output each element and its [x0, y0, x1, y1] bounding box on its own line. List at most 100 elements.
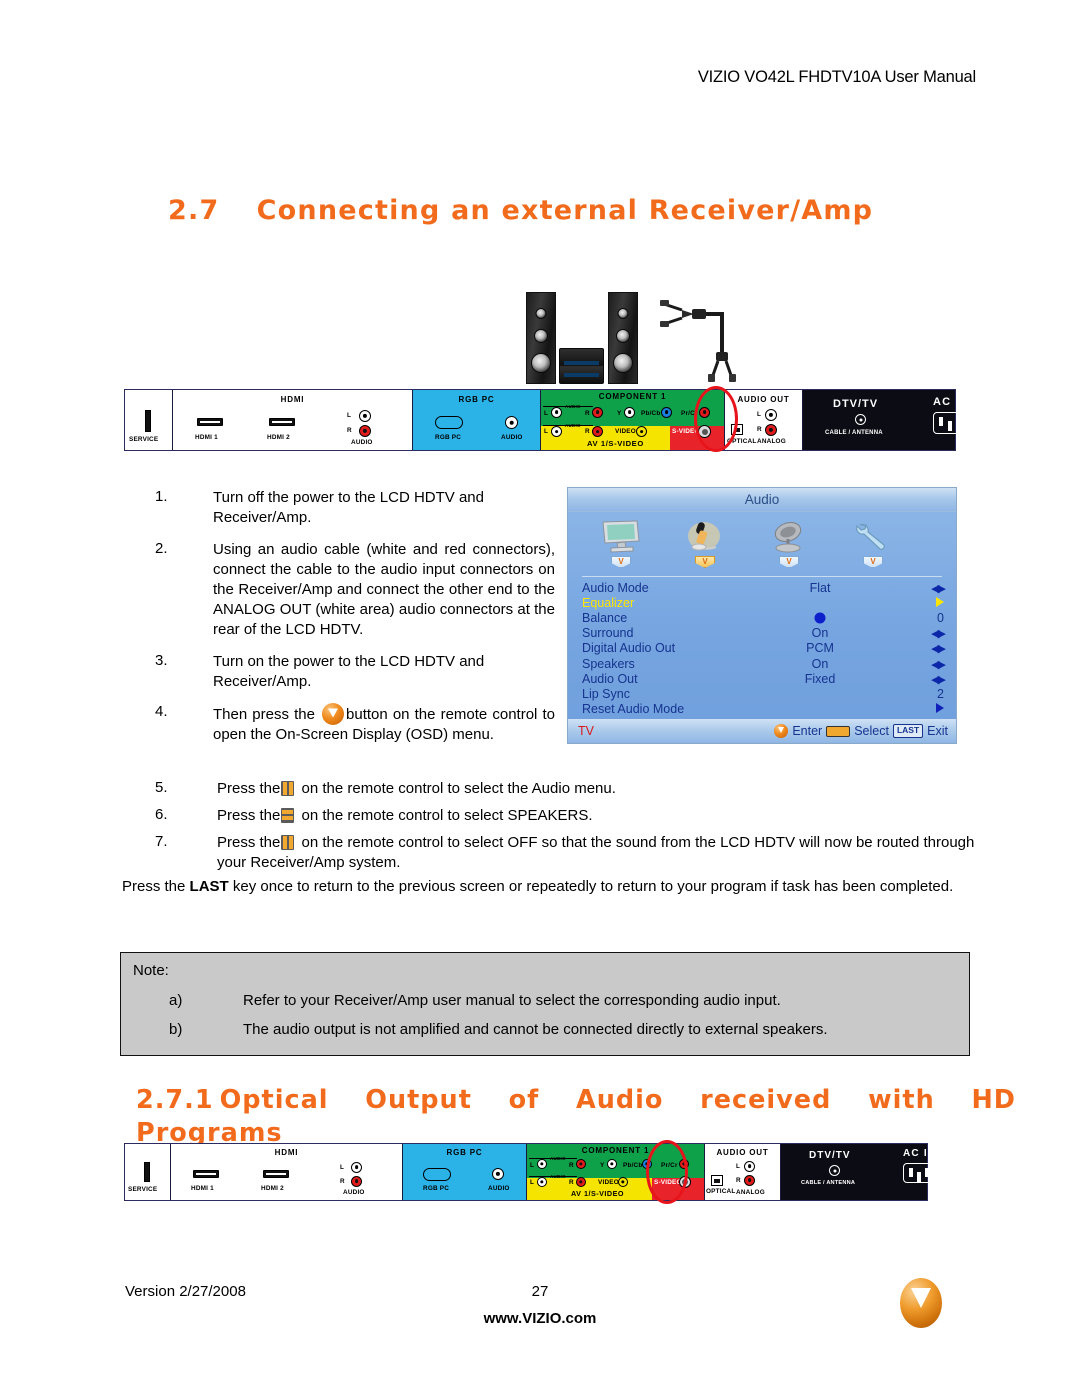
osd-row-lip-sync[interactable]: Lip Sync 2: [582, 686, 944, 701]
step-6-pre: Press the: [217, 807, 281, 824]
osd-row-surround[interactable]: Surround On ◀▶: [582, 626, 946, 641]
step-4-pre: Then press the: [213, 706, 321, 724]
step-text: Press the on the remote control to selec…: [217, 779, 980, 799]
osd-row-label: Lip Sync: [582, 686, 630, 701]
last-key-name: LAST: [189, 878, 229, 895]
osd-row-label: Surround: [582, 626, 634, 641]
step-3: 3. Turn on the power to the LCD HDTV and…: [155, 652, 555, 692]
osd-row-value: On: [811, 626, 829, 641]
osd-icon-row: V V V V: [568, 512, 956, 574]
osd-row-value: Fixed: [804, 671, 836, 686]
panel2-segment-component-av: COMPONENT 1 L AUDIO R Y Pb/Cb Pr/Cr: [527, 1144, 705, 1200]
s271-word: of: [508, 1085, 540, 1115]
step-text: Press the on the remote control to selec…: [217, 806, 980, 826]
panel2-segment-hdmi: HDMI HDMI 1 HDMI 2 L R AUDIO: [171, 1144, 403, 1200]
osd-select-label: Select: [854, 724, 889, 738]
osd-icon-audio[interactable]: V: [674, 516, 736, 568]
s271-word: HD: [971, 1085, 1016, 1115]
step-text: Then press the button on the remote cont…: [213, 703, 555, 745]
up-down-arrow-key-icon[interactable]: [281, 808, 295, 823]
left-right-arrow-icon[interactable]: ◀▶: [931, 642, 946, 655]
osd-icon-tag: V: [695, 556, 715, 568]
last-para-pre: Press the: [122, 878, 190, 895]
osd-row-digital-audio-out[interactable]: Digital Audio Out PCM ◀▶: [582, 641, 946, 656]
tower-speaker-left-icon: [526, 292, 556, 384]
osd-row-audio-mode[interactable]: Audio Mode Flat ◀▶: [582, 580, 946, 595]
s271-word: Audio: [576, 1085, 664, 1115]
left-right-arrow-icon[interactable]: ◀▶: [931, 673, 946, 686]
osd-row-label: Audio Mode: [582, 580, 649, 595]
vizio-v-button-icon: [774, 724, 789, 738]
osd-row-value: On: [811, 656, 829, 671]
osd-row-speakers[interactable]: Speakers On ◀▶: [582, 656, 946, 671]
osd-title: Audio: [568, 488, 956, 512]
osd-row-label: Audio Out: [582, 671, 638, 686]
step-5-post: on the remote control to select the Audi…: [297, 780, 616, 797]
left-right-arrow-icon[interactable]: ◀▶: [931, 627, 946, 640]
note-item-a: a) Refer to your Receiver/Amp user manua…: [133, 992, 781, 1009]
left-right-arrow-icon[interactable]: ◀▶: [931, 658, 946, 671]
osd-row-label: Speakers: [582, 656, 635, 671]
vizio-logo-icon: [900, 1278, 942, 1328]
instruction-steps-1-4: 1. Turn off the power to the LCD HDTV an…: [155, 488, 555, 757]
s271-word: with: [868, 1085, 935, 1115]
step-7-post: on the remote control to select OFF so t…: [217, 834, 975, 871]
document-header: VIZIO VO42L FHDTV10A User Manual: [697, 68, 976, 86]
osd-row-audio-out[interactable]: Audio Out Fixed ◀▶: [582, 671, 946, 686]
osd-row-label: Balance: [582, 610, 628, 625]
osd-audio-menu: Audio V V V V Audio Mode Flat ◀▶ Equaliz…: [567, 487, 957, 744]
panel2-segment-dtv-acin: DTV/TV CABLE / ANTENNA AC IN: [781, 1144, 935, 1200]
panel-segment-dtv-acin: DTV/TV CABLE / ANTENNA AC IN: [803, 390, 968, 450]
osd-icon-tuner[interactable]: V: [758, 516, 820, 568]
note-item-b: b) The audio output is not amplified and…: [133, 1021, 828, 1038]
vizio-v-button-icon[interactable]: [322, 703, 345, 726]
panel2-segment-rgb-pc: RGB PC RGB PC AUDIO: [403, 1144, 527, 1200]
osd-row-label: Digital Audio Out: [582, 641, 676, 656]
panel-segment-audio-out: AUDIO OUT OPTICAL L R ANALOG: [725, 390, 803, 450]
last-para-post: key once to return to the previous scree…: [228, 878, 954, 895]
last-key-icon: LAST: [892, 724, 924, 738]
osd-row-balance[interactable]: Balance 0: [582, 610, 944, 625]
note-text: The audio output is not amplified and ca…: [243, 1021, 828, 1038]
osd-source-label: TV: [578, 724, 594, 738]
last-key-paragraph: Press the LAST key once to return to the…: [122, 876, 970, 897]
step-number: 6.: [155, 806, 168, 823]
step-number: 4.: [155, 703, 168, 721]
left-right-arrow-key-icon[interactable]: [281, 835, 295, 850]
note-title: Note:: [133, 962, 169, 979]
left-right-arrow-icon[interactable]: ◀▶: [931, 582, 946, 595]
panel-segment-service: SERVICE: [125, 390, 173, 450]
s271-word: received: [700, 1085, 832, 1115]
section-2-7-1-number: 2.7.1: [136, 1085, 214, 1115]
osd-row-value: PCM: [806, 641, 834, 656]
panel2-segment-service: SERVICE: [125, 1144, 171, 1200]
osd-icon-picture[interactable]: V: [590, 516, 652, 568]
note-text: Refer to your Receiver/Amp user manual t…: [243, 992, 781, 1009]
receiver-amp-illustration: [512, 272, 744, 390]
panel2-segment-audio-out: AUDIO OUT OPTICAL L R ANALOG: [705, 1144, 781, 1200]
chevron-right-icon[interactable]: [936, 596, 944, 607]
rear-connector-panel-1: SERVICE HDMI HDMI 1 HDMI 2 L R AUDIO RGB…: [124, 389, 968, 451]
osd-row-equalizer[interactable]: Equalizer: [582, 595, 944, 610]
step-text: Turn off the power to the LCD HDTV and R…: [213, 489, 484, 526]
step-2: 2. Using an audio cable (white and red c…: [155, 540, 555, 640]
step-number: 7.: [155, 833, 168, 850]
osd-icon-setup[interactable]: V: [842, 516, 904, 568]
osd-row-number: 2: [937, 686, 944, 701]
chevron-right-icon[interactable]: [936, 703, 944, 714]
left-right-arrow-key-icon[interactable]: [281, 781, 295, 796]
step-number: 5.: [155, 779, 168, 796]
section-2-7-heading: Connecting an external Receiver/Amp: [256, 195, 874, 226]
osd-icon-tag: V: [611, 556, 631, 568]
osd-row-list: Audio Mode Flat ◀▶ Equalizer Balance 0 S…: [568, 577, 956, 717]
osd-row-reset-audio-mode[interactable]: Reset Audio Mode: [582, 702, 944, 717]
panel-segment-rgb-pc: RGB PC RGB PC AUDIO: [413, 390, 541, 450]
panel-segment-hdmi: HDMI HDMI 1 HDMI 2 L R AUDIO: [173, 390, 413, 450]
osd-icon-tag: V: [779, 556, 799, 568]
step-text: Using an audio cable (white and red conn…: [213, 540, 555, 638]
manual-page: VIZIO VO42L FHDTV10A User Manual 2.7 Con…: [0, 0, 1080, 1397]
step-1: 1. Turn off the power to the LCD HDTV an…: [155, 488, 555, 528]
panel-segment-component-av: COMPONENT 1 L AUDIO R Y Pb/Cb Pr/Cr: [541, 390, 725, 450]
rca-audio-cable-icon: [660, 300, 736, 382]
step-7-pre: Press the: [217, 834, 281, 851]
